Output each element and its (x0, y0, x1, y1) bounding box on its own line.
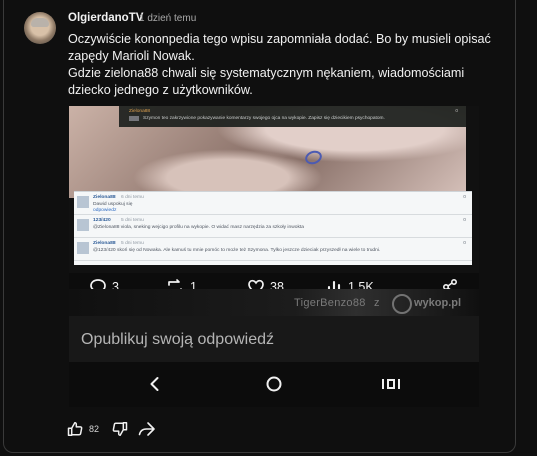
thumb-down-icon[interactable] (111, 420, 129, 438)
comment-text: Oczywiście kononpedia tego wpisu zapomni… (68, 31, 493, 99)
watermark-joiner: z (374, 297, 380, 309)
comment-actions: 82 (66, 418, 157, 440)
wykop-logo-icon (392, 294, 412, 314)
watermark-bar: TigerBenzo88 z wykop.pl (69, 289, 479, 316)
overlay-message: Szymon teo zakrzywione pokazywanie komen… (143, 116, 385, 121)
watermark-user: TigerBenzo88 (294, 297, 366, 309)
like-count: 82 (89, 424, 100, 434)
comment-row-text: @123/420 skoń się od Nowaka. Ale kamuś t… (93, 248, 381, 253)
comment-row-meta: 6 dni temu (121, 195, 144, 200)
recent-apps-button[interactable] (379, 372, 403, 396)
avatar[interactable] (24, 12, 56, 44)
thumb-up-icon[interactable] (66, 420, 84, 438)
comment-row-meta: 5 dni temu (121, 218, 144, 223)
overlay-id-mark (129, 116, 139, 121)
comment-row-author: 123/420 (93, 218, 111, 223)
screenshot-comment-list: Zielona88 6 dni temu Dawid uspokuj się o… (74, 191, 472, 265)
screenshot-overlay-comment: Zielona88 Szymon teo zakrzywione pokazyw… (119, 106, 466, 127)
comment-time[interactable]: 1 dzień temu (139, 13, 196, 24)
comment-card: OlgierdanoTV 1 dzień temu Oczywiście kon… (3, 0, 516, 453)
comment-line: Oczywiście kononpedia tego wpisu zapomni… (68, 32, 491, 46)
overlay-count: 0 (455, 109, 458, 114)
screenshot-comment-row: Zielona88 5 dni temu @123/420 skoń się o… (74, 238, 472, 261)
screenshot-comment-row: Zielona88 6 dni temu Dawid uspokuj się o… (74, 192, 472, 215)
reply-box[interactable]: Opublikuj swoją odpowiedź (69, 316, 479, 364)
attached-screenshot[interactable]: Zielona88 Szymon teo zakrzywione pokazyw… (69, 106, 479, 364)
back-chevron-icon (150, 377, 159, 391)
comment-avatar (77, 242, 89, 254)
comment-author[interactable]: OlgierdanoTV (68, 12, 143, 24)
share-arrow-icon[interactable] (137, 420, 157, 438)
comment-row-count: 0 (463, 241, 466, 246)
comment-row-author: Zielona88 (93, 195, 116, 200)
comment-line: dziecko jednego z użytkowników. (68, 83, 253, 97)
comment-line: zapędy Marioli Nowak. (68, 49, 195, 63)
comment-row-count: 0 (463, 218, 466, 223)
comment-row-count: 0 (463, 195, 466, 200)
reply-placeholder: Opublikuj swoją odpowiedź (81, 331, 274, 348)
comment-row-link: odpowiedz (93, 208, 117, 213)
back-button[interactable] (143, 372, 167, 396)
screenshot-comment-row: 123/420 5 dni temu @Zielona88 viola, sne… (74, 215, 472, 238)
comment-row-author: Zielona88 (93, 241, 116, 246)
watermark-site: wykop.pl (414, 297, 462, 309)
home-circle-icon (266, 376, 282, 392)
recent-apps-icon (382, 379, 400, 389)
comment-avatar (77, 196, 89, 208)
ring-detail (303, 148, 324, 167)
comment-avatar (77, 219, 89, 231)
comment-row-meta: 5 dni temu (121, 241, 144, 246)
comment-row-text: Dawid uspokuj się (93, 202, 133, 207)
android-navigation-bar (69, 362, 479, 407)
home-button[interactable] (262, 372, 286, 396)
overlay-user: Zielona88 (129, 109, 151, 114)
comment-line: Gdzie zielona88 chwali się systematyczny… (68, 66, 465, 80)
comment-row-text: @Zielona88 viola, sneking wejcigo profil… (93, 225, 305, 230)
